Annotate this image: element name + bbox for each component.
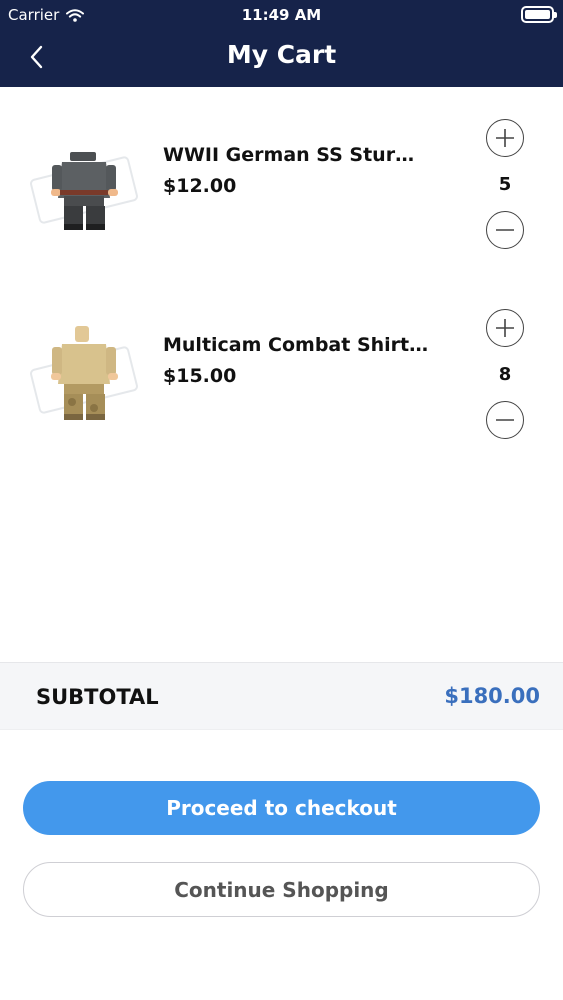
item-name[interactable]: Multicam Combat Shirt/L... [163, 334, 433, 356]
battery-icon [521, 6, 557, 23]
cart-item: WWII German SS Sturmb... $12.00 5 [0, 108, 563, 258]
page-title: My Cart [226, 40, 337, 69]
increase-quantity-button[interactable] [486, 309, 524, 347]
minus-icon [496, 419, 514, 421]
quantity-value: 5 [498, 174, 512, 195]
decrease-quantity-button[interactable] [486, 211, 524, 249]
item-price: $15.00 [163, 365, 237, 387]
status-bar: Carrier 11:49 AM [0, 0, 563, 30]
plus-icon [496, 319, 514, 337]
header: Carrier 11:49 AM My Cart [0, 0, 563, 87]
product-image [30, 326, 138, 420]
minus-icon [496, 229, 514, 231]
subtotal-bar: SUBTOTAL $180.00 [0, 662, 563, 730]
plus-icon [496, 129, 514, 147]
item-price: $12.00 [163, 175, 237, 197]
subtotal-label: SUBTOTAL [36, 685, 159, 709]
subtotal-value: $180.00 [444, 684, 540, 708]
decrease-quantity-button[interactable] [486, 401, 524, 439]
increase-quantity-button[interactable] [486, 119, 524, 157]
status-time: 11:49 AM [241, 6, 322, 24]
quantity-value: 8 [498, 364, 512, 385]
product-image [30, 152, 138, 230]
proceed-to-checkout-button[interactable]: Proceed to checkout [23, 781, 540, 835]
cart-item: Multicam Combat Shirt/L... $15.00 8 [0, 298, 563, 448]
continue-shopping-button[interactable]: Continue Shopping [23, 862, 540, 917]
item-name[interactable]: WWII German SS Sturmb... [163, 144, 433, 166]
